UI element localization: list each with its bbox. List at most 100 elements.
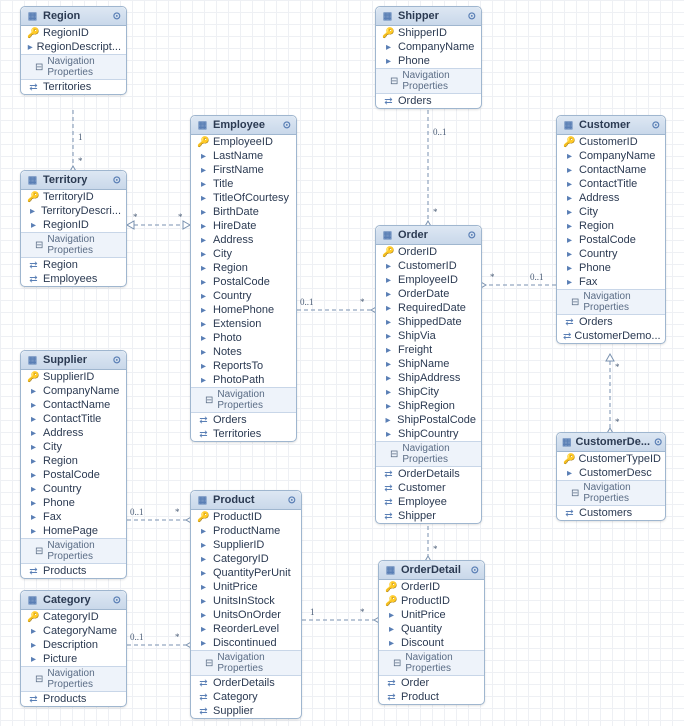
property-row[interactable]: ▸TerritoryDescri... <box>21 204 126 218</box>
property-row[interactable]: 🔑ProductID <box>191 510 301 524</box>
collapse-icon[interactable]: ⊙ <box>468 230 476 241</box>
property-row[interactable]: ▸Phone <box>21 496 126 510</box>
property-row[interactable]: ▸City <box>191 247 296 261</box>
property-row[interactable]: ▸CategoryID <box>191 552 301 566</box>
property-row[interactable]: ▸CustomerDesc <box>557 466 665 480</box>
nav-property-row[interactable]: ⇄Order <box>379 676 484 690</box>
nav-property-row[interactable]: ⇄Supplier <box>191 704 301 718</box>
property-row[interactable]: ▸ContactName <box>21 398 126 412</box>
entity-supplier[interactable]: ▦Supplier⊙🔑SupplierID▸CompanyName▸Contac… <box>20 350 127 579</box>
property-row[interactable]: ▸BirthDate <box>191 205 296 219</box>
property-row[interactable]: ▸TitleOfCourtesy <box>191 191 296 205</box>
nav-group-header[interactable]: ⊟Navigation Properties <box>376 68 481 94</box>
entity-shipper[interactable]: ▦Shipper⊙🔑ShipperID▸CompanyName▸Phone⊟Na… <box>375 6 482 109</box>
collapse-icon[interactable]: ⊙ <box>288 495 296 506</box>
property-row[interactable]: ▸HomePage <box>21 524 126 538</box>
property-row[interactable]: ▸Phone <box>557 261 665 275</box>
property-row[interactable]: 🔑EmployeeID <box>191 135 296 149</box>
entity-header[interactable]: ▦Supplier⊙ <box>21 351 126 370</box>
property-row[interactable]: ▸ContactTitle <box>557 177 665 191</box>
property-row[interactable]: ▸Description <box>21 638 126 652</box>
property-row[interactable]: ▸RegionDescript... <box>21 40 126 54</box>
collapse-icon[interactable]: ⊙ <box>113 11 121 22</box>
nav-property-row[interactable]: ⇄Employee <box>376 495 481 509</box>
property-row[interactable]: ▸ShipCity <box>376 385 481 399</box>
nav-property-row[interactable]: ⇄Orders <box>557 315 665 329</box>
property-row[interactable]: ▸Country <box>21 482 126 496</box>
property-row[interactable]: ▸ShippedDate <box>376 315 481 329</box>
property-row[interactable]: ▸CompanyName <box>21 384 126 398</box>
entity-header[interactable]: ▦Product⊙ <box>191 491 301 510</box>
property-row[interactable]: ▸Freight <box>376 343 481 357</box>
property-row[interactable]: ▸CompanyName <box>557 149 665 163</box>
nav-group-header[interactable]: ⊟Navigation Properties <box>379 650 484 676</box>
property-row[interactable]: ▸Picture <box>21 652 126 666</box>
nav-property-row[interactable]: ⇄Products <box>21 692 126 706</box>
nav-group-header[interactable]: ⊟Navigation Properties <box>557 289 665 315</box>
property-row[interactable]: ▸ContactTitle <box>21 412 126 426</box>
property-row[interactable]: ▸ShipAddress <box>376 371 481 385</box>
property-row[interactable]: ▸Address <box>191 233 296 247</box>
nav-property-row[interactable]: ⇄Category <box>191 690 301 704</box>
property-row[interactable]: ▸ContactName <box>557 163 665 177</box>
nav-group-header[interactable]: ⊟Navigation Properties <box>557 480 665 506</box>
property-row[interactable]: ▸CompanyName <box>376 40 481 54</box>
property-row[interactable]: ▸Country <box>191 289 296 303</box>
nav-property-row[interactable]: ⇄Territories <box>21 80 126 94</box>
nav-property-row[interactable]: ⇄Products <box>21 564 126 578</box>
property-row[interactable]: ▸Photo <box>191 331 296 345</box>
entity-header[interactable]: ▦Employee⊙ <box>191 116 296 135</box>
property-row[interactable]: 🔑SupplierID <box>21 370 126 384</box>
property-row[interactable]: ▸Region <box>557 219 665 233</box>
entity-header[interactable]: ▦Shipper⊙ <box>376 7 481 26</box>
property-row[interactable]: ▸Title <box>191 177 296 191</box>
entity-employee[interactable]: ▦Employee⊙🔑EmployeeID▸LastName▸FirstName… <box>190 115 297 442</box>
entity-customer[interactable]: ▦Customer⊙🔑CustomerID▸CompanyName▸Contac… <box>556 115 666 344</box>
property-row[interactable]: ▸Notes <box>191 345 296 359</box>
nav-group-header[interactable]: ⊟Navigation Properties <box>21 54 126 80</box>
nav-property-row[interactable]: ⇄Territories <box>191 427 296 441</box>
property-row[interactable]: ▸PostalCode <box>191 275 296 289</box>
nav-property-row[interactable]: ⇄CustomerDemo... <box>557 329 665 343</box>
nav-property-row[interactable]: ⇄OrderDetails <box>191 676 301 690</box>
property-row[interactable]: ▸UnitsInStock <box>191 594 301 608</box>
entity-header[interactable]: ▦Customer⊙ <box>557 116 665 135</box>
collapse-icon[interactable]: ⊙ <box>113 355 121 366</box>
collapse-icon[interactable]: ⊙ <box>468 11 476 22</box>
nav-property-row[interactable]: ⇄Customer <box>376 481 481 495</box>
property-row[interactable]: ▸HireDate <box>191 219 296 233</box>
property-row[interactable]: ▸CustomerID <box>376 259 481 273</box>
property-row[interactable]: ▸EmployeeID <box>376 273 481 287</box>
nav-property-row[interactable]: ⇄Region <box>21 258 126 272</box>
entity-territory[interactable]: ▦Territory⊙🔑TerritoryID▸TerritoryDescri.… <box>20 170 127 287</box>
entity-header[interactable]: ▦Category⊙ <box>21 591 126 610</box>
property-row[interactable]: ▸ShipPostalCode <box>376 413 481 427</box>
property-row[interactable]: ▸Extension <box>191 317 296 331</box>
property-row[interactable]: ▸UnitPrice <box>379 608 484 622</box>
entity-category[interactable]: ▦Category⊙🔑CategoryID▸CategoryName▸Descr… <box>20 590 127 707</box>
nav-group-header[interactable]: ⊟Navigation Properties <box>21 232 126 258</box>
nav-group-header[interactable]: ⊟Navigation Properties <box>21 666 126 692</box>
property-row[interactable]: 🔑ProductID <box>379 594 484 608</box>
property-row[interactable]: ▸Address <box>21 426 126 440</box>
property-row[interactable]: ▸Region <box>191 261 296 275</box>
property-row[interactable]: ▸Fax <box>557 275 665 289</box>
property-row[interactable]: 🔑RegionID <box>21 26 126 40</box>
property-row[interactable]: ▸ReorderLevel <box>191 622 301 636</box>
nav-property-row[interactable]: ⇄Orders <box>191 413 296 427</box>
property-row[interactable]: ▸QuantityPerUnit <box>191 566 301 580</box>
property-row[interactable]: 🔑CategoryID <box>21 610 126 624</box>
property-row[interactable]: ▸RegionID <box>21 218 126 232</box>
nav-property-row[interactable]: ⇄Orders <box>376 94 481 108</box>
property-row[interactable]: ▸HomePhone <box>191 303 296 317</box>
entity-header[interactable]: ▦Region⊙ <box>21 7 126 26</box>
property-row[interactable]: ▸Discount <box>379 636 484 650</box>
nav-group-header[interactable]: ⊟Navigation Properties <box>376 441 481 467</box>
property-row[interactable]: ▸ShipVia <box>376 329 481 343</box>
property-row[interactable]: ▸SupplierID <box>191 538 301 552</box>
collapse-icon[interactable]: ⊙ <box>652 120 660 131</box>
property-row[interactable]: ▸Fax <box>21 510 126 524</box>
property-row[interactable]: ▸ShipName <box>376 357 481 371</box>
collapse-icon[interactable]: ⊙ <box>113 595 121 606</box>
entity-order[interactable]: ▦Order⊙🔑OrderID▸CustomerID▸EmployeeID▸Or… <box>375 225 482 524</box>
